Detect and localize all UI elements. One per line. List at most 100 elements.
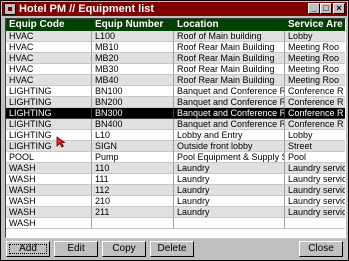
cell-equip-code: LIGHTING: [6, 108, 92, 119]
cell-service-area: Lobby: [285, 130, 345, 141]
cell-equip-number: MB20: [92, 53, 174, 64]
cell-service-area: Pool: [285, 152, 345, 163]
table-row[interactable]: POOLPumpPool Equipment & Supply ShedPool: [6, 152, 345, 163]
cell-service-area: Conference R: [285, 86, 345, 97]
cell-equip-code: WASH: [6, 185, 92, 196]
cell-location: [174, 218, 285, 229]
cell-equip-code: WASH: [6, 163, 92, 174]
cell-equip-code: WASH: [6, 174, 92, 185]
cell-equip-number: MB30: [92, 64, 174, 75]
cell-equip-number: BN300: [92, 108, 174, 119]
cell-equip-number: BN200: [92, 97, 174, 108]
cell-service-area: Conference R: [285, 119, 345, 130]
table-row[interactable]: HVAC MB30 Roof Rear Main Building Meeting R…: [6, 64, 345, 75]
cell-location: Laundry: [174, 163, 285, 174]
edit-button[interactable]: Edit: [54, 241, 98, 257]
cell-equip-code: HVAC: [6, 64, 92, 75]
cell-equip-number: [92, 218, 174, 229]
cell-service-area: Conference R: [285, 108, 345, 119]
cell-service-area: Meeting Roo: [285, 53, 345, 64]
cell-service-area: Laundry servic: [285, 174, 345, 185]
cell-location: Banquet and Conference Room: [174, 86, 285, 97]
equipment-table[interactable]: Equip Code Equip Number Location Service…: [5, 18, 346, 238]
cell-equip-number: MB40: [92, 75, 174, 86]
table-row[interactable]: WASH 210 Laundry Laundry servic: [6, 196, 345, 207]
table-row[interactable]: WASH 111 Laundry Laundry servic: [6, 174, 345, 185]
window-title: Hotel PM // Equipment list: [19, 3, 155, 15]
table-row[interactable]: WASH 112 Laundry Laundry servic: [6, 185, 345, 196]
table-header: Equip Code Equip Number Location Service…: [6, 19, 345, 31]
cell-service-area: Laundry servic: [285, 185, 345, 196]
button-bar: Add Edit Copy Delete Close: [2, 240, 347, 259]
column-header-location[interactable]: Location: [174, 19, 285, 31]
table-row[interactable]: HVAC MB20 Roof Rear Main Building Meeting R…: [6, 53, 345, 64]
cell-equip-code: LIGHTING: [6, 119, 92, 130]
cell-service-area: Meeting Roo: [285, 42, 345, 53]
table-row[interactable]: HVAC MB10 Roof Rear Main Building Meeting R…: [6, 42, 345, 53]
cell-equip-number: BN400: [92, 119, 174, 130]
cell-location: Banquet and Conference Room: [174, 119, 285, 130]
equipment-list-window: Hotel PM // Equipment list _ □ × Equip C…: [0, 0, 349, 261]
copy-button[interactable]: Copy: [102, 241, 146, 257]
table-row[interactable]: LIGHTINGBN400Banquet and Conference Room…: [6, 119, 345, 130]
mouse-cursor-icon: [56, 136, 66, 148]
column-header-equip-number[interactable]: Equip Number: [92, 19, 174, 31]
cell-equip-number: Pump: [92, 152, 174, 163]
cell-location: Laundry: [174, 196, 285, 207]
cell-location: Banquet and Conference Room: [174, 108, 285, 119]
table-row[interactable]: HVAC L100 Roof of Main building Lobby: [6, 31, 345, 42]
cell-equip-number: SIGN: [92, 141, 174, 152]
cell-equip-code: HVAC: [6, 31, 92, 42]
cell-service-area: Laundry servic: [285, 163, 345, 174]
cell-equip-code: WASH: [6, 218, 92, 229]
cell-equip-code: WASH: [6, 196, 92, 207]
table-row[interactable]: WASH 211 Laundry Laundry servic: [6, 207, 345, 218]
cell-equip-code: LIGHTING: [6, 97, 92, 108]
cell-service-area: Conference R: [285, 97, 345, 108]
close-button[interactable]: Close: [299, 241, 343, 257]
add-button[interactable]: Add: [6, 241, 50, 257]
title-bar[interactable]: Hotel PM // Equipment list _ □ ×: [2, 2, 347, 16]
cell-service-area: Meeting Roo: [285, 75, 345, 86]
table-row-selected[interactable]: LIGHTINGBN300Banquet and Conference Room…: [6, 108, 345, 119]
cell-location: Laundry: [174, 185, 285, 196]
cell-location: Laundry: [174, 174, 285, 185]
cell-location: Roof Rear Main Building: [174, 64, 285, 75]
cell-equip-number: 111: [92, 174, 174, 185]
cell-service-area: Lobby: [285, 31, 345, 42]
cell-equip-code: WASH: [6, 207, 92, 218]
cell-equip-number: 110: [92, 163, 174, 174]
app-icon[interactable]: [4, 3, 16, 15]
table-row[interactable]: LIGHTINGBN100Banquet and Conference Room…: [6, 86, 345, 97]
cell-location: Roof Rear Main Building: [174, 53, 285, 64]
cell-equip-number: L10: [92, 130, 174, 141]
cell-equip-number: L100: [92, 31, 174, 42]
delete-button[interactable]: Delete: [150, 241, 194, 257]
maximize-icon[interactable]: □: [320, 3, 332, 14]
cell-service-area: Street: [285, 141, 345, 152]
cell-location: Laundry: [174, 207, 285, 218]
cell-service-area: Laundry servic: [285, 196, 345, 207]
cell-service-area: [285, 218, 345, 229]
cell-equip-number: 211: [92, 207, 174, 218]
cell-location: Banquet and Conference Room: [174, 97, 285, 108]
table-row[interactable]: HVAC MB40 Roof Rear Main Building Meeting R…: [6, 75, 345, 86]
cell-service-area: Laundry servic: [285, 207, 345, 218]
column-header-service-area[interactable]: Service Are: [285, 19, 345, 31]
cell-location: Roof Rear Main Building: [174, 42, 285, 53]
table-row[interactable]: LIGHTINGBN200Banquet and Conference Room…: [6, 97, 345, 108]
table-row[interactable]: WASH 110 Laundry Laundry servic: [6, 163, 345, 174]
cell-equip-number: 210: [92, 196, 174, 207]
cell-location: Roof Rear Main Building: [174, 75, 285, 86]
minimize-icon[interactable]: _: [308, 3, 320, 14]
cell-location: Lobby and Entry: [174, 130, 285, 141]
table-row[interactable]: WASH: [6, 218, 345, 229]
close-icon[interactable]: ×: [333, 3, 345, 14]
cell-equip-number: MB10: [92, 42, 174, 53]
cell-location: Roof of Main building: [174, 31, 285, 42]
cell-equip-code: LIGHTING: [6, 86, 92, 97]
cell-equip-code: LIGHTING: [6, 141, 92, 152]
cell-equip-number: 112: [92, 185, 174, 196]
cell-equip-number: BN100: [92, 86, 174, 97]
column-header-equip-code[interactable]: Equip Code: [6, 19, 92, 31]
